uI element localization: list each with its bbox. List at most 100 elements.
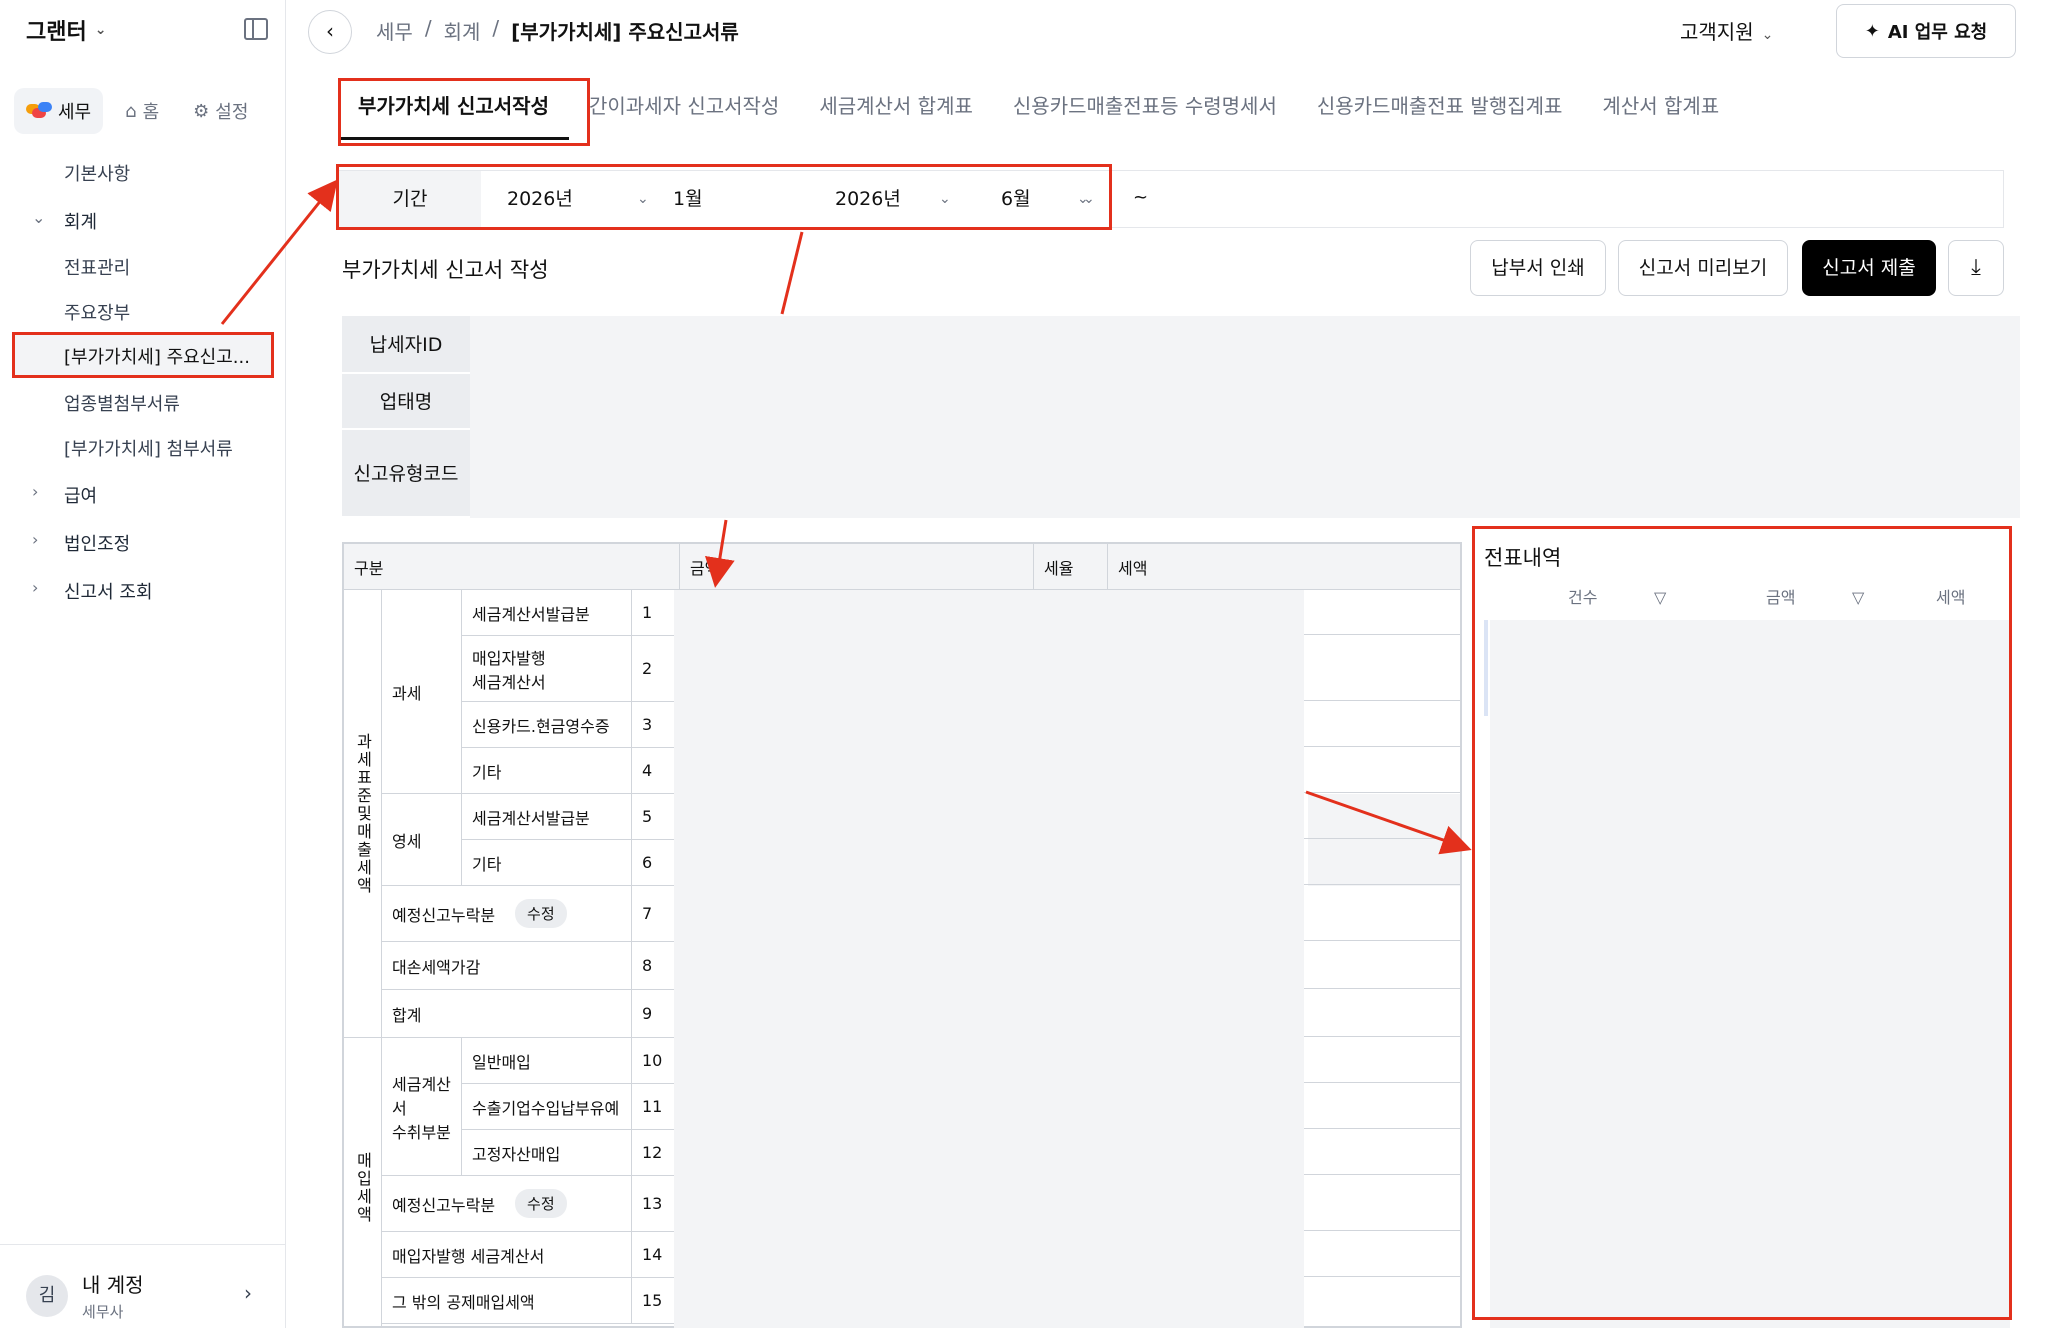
header-amount: 금액 (680, 544, 1034, 590)
end-month-select[interactable]: 6월 ⌄ (1001, 171, 1141, 227)
sidebar: 그랜터 ⌄ 세무 ⌂ 홈 ⚙ 설정 기본사항 ⌄ 회계 전표관리 주요장부 [부… (0, 0, 286, 1328)
row-label: 세금계산서발급분 (462, 794, 632, 840)
end-month-value: 6월 (1001, 188, 1031, 210)
mode-tab-label: 홈 (142, 102, 160, 123)
row-divider (1304, 634, 1460, 635)
workspace-switcher[interactable]: 그랜터 ⌄ (26, 14, 106, 46)
breadcrumb-separator: / (492, 16, 500, 40)
row-number: 7 (632, 886, 680, 942)
chevron-down-icon: ⌄ (1761, 27, 1774, 43)
row-divider (1304, 884, 1460, 885)
tab-invoice-summary[interactable]: 세금계산서 합계표 (799, 86, 993, 140)
row-number: 14 (632, 1232, 680, 1278)
tab-simple-taxpayer[interactable]: 간이과세자 신고서작성 (569, 86, 799, 140)
download-button[interactable]: ⤓ (1948, 240, 2004, 296)
row-divider (1304, 1128, 1460, 1129)
preview-report-button[interactable]: 신고서 미리보기 (1618, 240, 1788, 296)
sidebar-item-ledger[interactable]: 주요장부 (64, 299, 130, 325)
start-year-select[interactable]: 2026년 ⌄ (507, 171, 657, 227)
support-label: 고객지원 (1680, 20, 1754, 44)
group-sales: 과세표준및매출세액 (344, 590, 382, 1038)
sidebar-group-corp[interactable]: › 법인조정 (32, 530, 131, 556)
ai-request-button[interactable]: ✦ AI 업무 요청 (1836, 4, 2016, 58)
home-icon: ⌂ (125, 100, 137, 122)
report-type-label: 신고유형코드 (342, 430, 470, 518)
row-number: 3 (632, 702, 680, 748)
row-label: 일반매입 (462, 1038, 632, 1084)
mode-tab-settings[interactable]: ⚙ 설정 (181, 88, 260, 134)
sidebar-group-label: 법인조정 (64, 534, 131, 555)
sidebar-group-accounting[interactable]: ⌄ 회계 (32, 208, 97, 234)
page-title: [부가가치세] 주요신고서류 (511, 20, 739, 44)
row-label: 그 밖의 공제매입세액 (382, 1278, 632, 1324)
sidebar-item-voucher[interactable]: 전표관리 (64, 254, 130, 280)
row-number: 13 (632, 1176, 680, 1232)
print-payment-button[interactable]: 납부서 인쇄 (1470, 240, 1606, 296)
annotation-arrow (780, 231, 804, 315)
row-number: 2 (632, 636, 680, 702)
submit-report-button[interactable]: 신고서 제출 (1802, 240, 1936, 296)
section-title: 부가가치세 신고서 작성 (342, 258, 549, 282)
row-label: 예정신고누락분 수정 (382, 1176, 632, 1232)
back-button[interactable]: ‹ (308, 10, 352, 54)
row-label: 매입자발행 세금계산서 (382, 1232, 632, 1278)
account-menu[interactable]: 김 내 계정 세무사 › (0, 1244, 286, 1328)
period-label: 기간 (339, 171, 481, 227)
row-label: 수출기업수입납부유예 (462, 1084, 632, 1130)
support-menu[interactable]: 고객지원 ⌄ (1680, 16, 1773, 45)
row-divider (1304, 700, 1460, 701)
period-filter: 기간 2026년 ⌄ 1월 ⌄ ~ 2026년 ⌄ 6월 ⌄ (338, 170, 2004, 228)
row-label: 고정자산매입 (462, 1130, 632, 1176)
row-number: 9 (632, 990, 680, 1038)
breadcrumb: 세무 / 회계 / [부가가치세] 주요신고서류 (376, 16, 739, 45)
gear-icon: ⚙ (193, 100, 210, 122)
chevron-down-icon: ⌄ (1077, 191, 1089, 207)
tab-bill-summary[interactable]: 계산서 합계표 (1582, 86, 1739, 140)
row-divider (1304, 838, 1460, 839)
taxpayer-id-label: 납세자ID (342, 316, 470, 374)
business-name-label: 업태명 (342, 374, 470, 430)
breadcrumb-item[interactable]: 세무 (376, 16, 413, 45)
panel-title: 전표내역 (1484, 546, 1562, 570)
filter-icon[interactable]: ▽ (1852, 576, 1864, 620)
sidebar-toggle-icon[interactable] (244, 18, 268, 40)
edit-badge[interactable]: 수정 (515, 1189, 567, 1218)
mode-tab-tax[interactable]: 세무 (14, 88, 104, 134)
sidebar-group-report-query[interactable]: › 신고서 조회 (32, 578, 153, 604)
edit-badge[interactable]: 수정 (515, 899, 567, 928)
sidebar-item-vat-main[interactable]: [부가가치세] 주요신고... (12, 333, 272, 377)
mode-tab-home[interactable]: ⌂ 홈 (113, 88, 171, 134)
sidebar-item-industry[interactable]: 업종별첨부서류 (64, 390, 180, 416)
panel-selection-indicator (1484, 620, 1488, 716)
filter-icon[interactable]: ▽ (1654, 576, 1666, 620)
row-divider (1304, 1082, 1460, 1083)
chevron-down-icon: ⌄ (939, 191, 951, 207)
row-divider (1304, 792, 1460, 793)
amount-area-placeholder (674, 590, 1304, 1328)
sidebar-item-vat-attach[interactable]: [부가가치세] 첨부서류 (64, 435, 233, 461)
account-role: 세무사 (82, 1303, 124, 1321)
panel-content-placeholder (1490, 620, 2010, 1328)
sidebar-item-basic[interactable]: 기본사항 (64, 160, 130, 186)
breadcrumb-item[interactable]: 회계 (444, 16, 481, 45)
sidebar-group-payroll[interactable]: › 급여 (32, 482, 98, 508)
row-number: 11 (632, 1084, 680, 1130)
chevron-down-icon: ⌄ (637, 191, 649, 207)
tab-vat-report[interactable]: 부가가치세 신고서작성 (338, 86, 569, 140)
document-tabs: 부가가치세 신고서작성 간이과세자 신고서작성 세금계산서 합계표 신용카드매출… (338, 86, 1739, 140)
sidebar-group-label: 급여 (64, 486, 98, 507)
tab-card-receipt[interactable]: 신용카드매출전표등 수령명세서 (993, 86, 1297, 140)
start-month-select[interactable]: 1월 ⌄ (673, 171, 1095, 227)
subgroup-taxable: 과세 (382, 590, 462, 794)
start-month-value: 1월 (673, 188, 703, 210)
row-divider (1304, 940, 1460, 941)
tax-logo-icon (26, 102, 52, 120)
chevron-right-icon: › (32, 530, 39, 549)
panel-header-count: 건수 (1568, 588, 1598, 607)
row-divider (1304, 988, 1460, 989)
end-year-select[interactable]: 2026년 ⌄ (835, 171, 985, 227)
tab-card-issue[interactable]: 신용카드매출전표 발행집계표 (1297, 86, 1583, 140)
chevron-right-icon: › (244, 1281, 252, 1305)
row-label: 기타 (462, 840, 632, 886)
ai-request-label: AI 업무 요청 (1887, 22, 1988, 43)
